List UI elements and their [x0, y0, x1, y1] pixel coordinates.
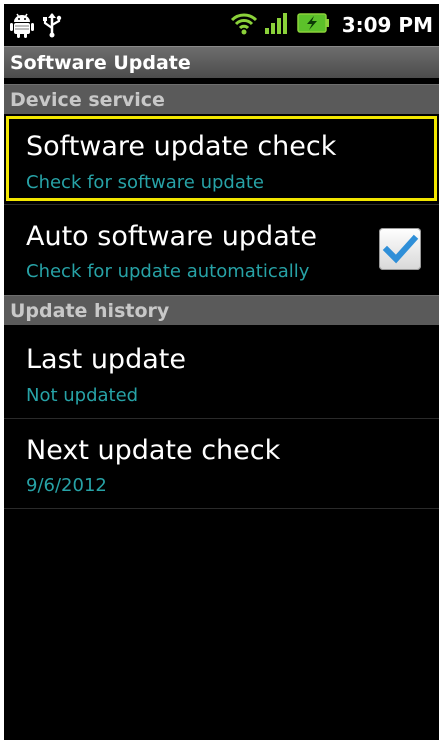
- section-header-update-history: Update history: [4, 295, 439, 325]
- section-header-label: Device service: [10, 89, 165, 111]
- page-title: Software Update: [10, 52, 191, 74]
- status-bar: 3:09 PM: [4, 4, 439, 46]
- signal-icon: [264, 11, 290, 39]
- item-subtitle: Check for update automatically: [26, 261, 310, 282]
- item-subtitle: Not updated: [26, 385, 139, 406]
- section-header-device-service: Device service: [4, 84, 439, 114]
- item-title: Next update check: [26, 435, 281, 466]
- auto-update-checkbox[interactable]: [379, 228, 421, 270]
- item-title: Last update: [26, 344, 186, 375]
- battery-charging-icon: [296, 12, 330, 38]
- selection-highlight: [6, 116, 437, 201]
- item-subtitle: 9/6/2012: [26, 475, 107, 496]
- usb-icon: [42, 12, 62, 42]
- phone-screen: 3:09 PM Software Update Device service S…: [4, 4, 439, 740]
- checkmark-icon: [382, 234, 419, 264]
- list-item-next-update-check[interactable]: Next update check 9/6/2012: [4, 419, 439, 508]
- divider: [4, 508, 439, 509]
- list-item-auto-software-update[interactable]: Auto software update Check for update au…: [4, 205, 439, 294]
- title-bar: Software Update: [4, 46, 439, 78]
- section-header-label: Update history: [10, 300, 170, 322]
- status-time: 3:09 PM: [341, 13, 433, 37]
- wifi-icon: [230, 11, 258, 39]
- android-debug-icon: [10, 12, 34, 42]
- list-item-last-update[interactable]: Last update Not updated: [4, 325, 439, 418]
- item-title: Auto software update: [26, 221, 317, 252]
